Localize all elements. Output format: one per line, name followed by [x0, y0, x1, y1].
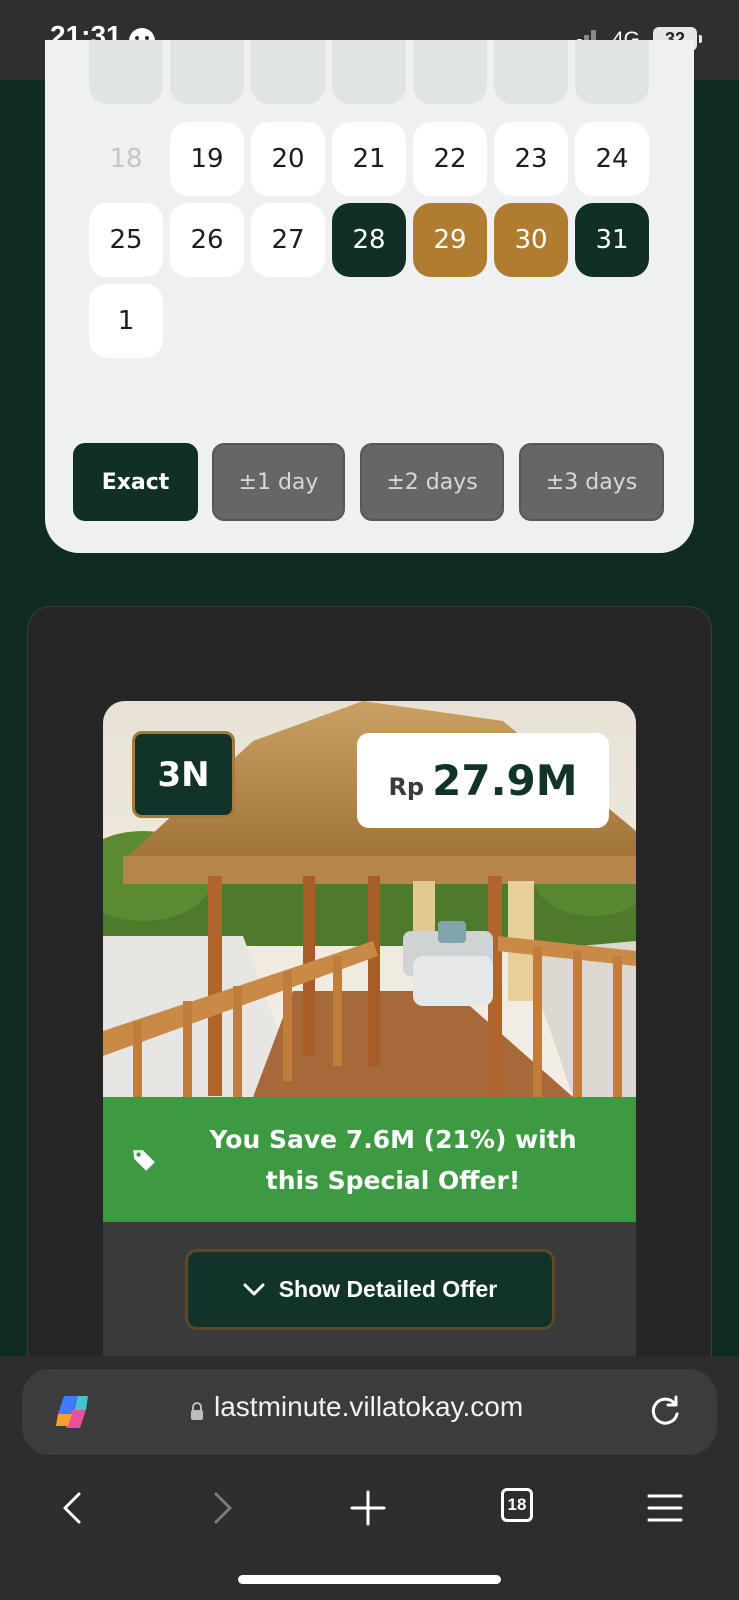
calendar-day[interactable]: 20 [251, 122, 325, 196]
flex-2-days-button[interactable]: ±2 days [360, 443, 504, 521]
calendar-day[interactable]: 21 [332, 122, 406, 196]
calendar-day[interactable]: 19 [170, 122, 244, 196]
calendar-day-partial[interactable] [89, 40, 163, 104]
offer-card[interactable]: 3N Rp 27.9M You Save 7.6M (21%) with thi… [103, 701, 636, 1401]
copilot-icon[interactable] [52, 1392, 92, 1432]
address-bar[interactable]: lastminute.villatokay.com [22, 1369, 717, 1455]
calendar-day-checkin[interactable]: 28 [332, 203, 406, 277]
savings-banner: You Save 7.6M (21%) with this Special Of… [103, 1097, 636, 1222]
calendar-day-partial[interactable] [575, 40, 649, 104]
show-detailed-offer-button[interactable]: Show Detailed Offer [185, 1249, 555, 1330]
menu-icon[interactable] [645, 1488, 685, 1528]
flex-1-day-button[interactable]: ±1 day [212, 443, 345, 521]
calendar-day-in-range[interactable]: 30 [494, 203, 568, 277]
calendar-day[interactable]: 1 [89, 284, 163, 358]
calendar-day-partial[interactable] [413, 40, 487, 104]
chevron-down-icon [243, 1283, 265, 1295]
price-amount: 27.9M [432, 756, 578, 805]
price-badge: Rp 27.9M [357, 733, 609, 828]
calendar-card: 18 19 20 21 22 23 24 25 26 27 28 29 30 3… [45, 40, 694, 553]
calendar-day-partial[interactable] [170, 40, 244, 104]
calendar-day-in-range[interactable]: 29 [413, 203, 487, 277]
savings-text-line1: You Save 7.6M (21%) with [209, 1125, 577, 1154]
calendar-day-partial[interactable] [251, 40, 325, 104]
calendar-day[interactable]: 26 [170, 203, 244, 277]
tabs-icon[interactable]: 18 [501, 1488, 533, 1522]
lock-icon [191, 1402, 203, 1420]
flex-3-days-button[interactable]: ±3 days [519, 443, 664, 521]
tag-icon [133, 1150, 155, 1171]
calendar-day: 18 [109, 144, 143, 174]
show-detailed-offer-label: Show Detailed Offer [278, 1276, 498, 1302]
flex-exact-button[interactable]: Exact [73, 443, 198, 521]
calendar-day[interactable]: 24 [575, 122, 649, 196]
price-currency: Rp [388, 772, 425, 801]
calendar-day-partial[interactable] [494, 40, 568, 104]
forward-icon[interactable] [202, 1488, 242, 1528]
calendar-day-checkout[interactable]: 31 [575, 203, 649, 277]
calendar-day[interactable]: 27 [251, 203, 325, 277]
nights-badge: 3N [132, 731, 235, 818]
back-icon[interactable] [53, 1488, 93, 1528]
tab-count: 18 [507, 1495, 527, 1514]
savings-text-line2: this Special Offer! [265, 1166, 521, 1195]
reload-icon[interactable] [647, 1394, 683, 1430]
browser-toolbar: lastminute.villatokay.com 18 [0, 1356, 739, 1600]
url-text: lastminute.villatokay.com [214, 1391, 524, 1422]
calendar-day-partial[interactable] [332, 40, 406, 104]
home-indicator[interactable] [238, 1575, 501, 1584]
savings-text: You Save 7.6M (21%) with this Special Of… [173, 1119, 613, 1201]
new-tab-icon[interactable] [348, 1488, 388, 1528]
calendar-day[interactable]: 22 [413, 122, 487, 196]
calendar-day[interactable]: 25 [89, 203, 163, 277]
calendar-day[interactable]: 23 [494, 122, 568, 196]
